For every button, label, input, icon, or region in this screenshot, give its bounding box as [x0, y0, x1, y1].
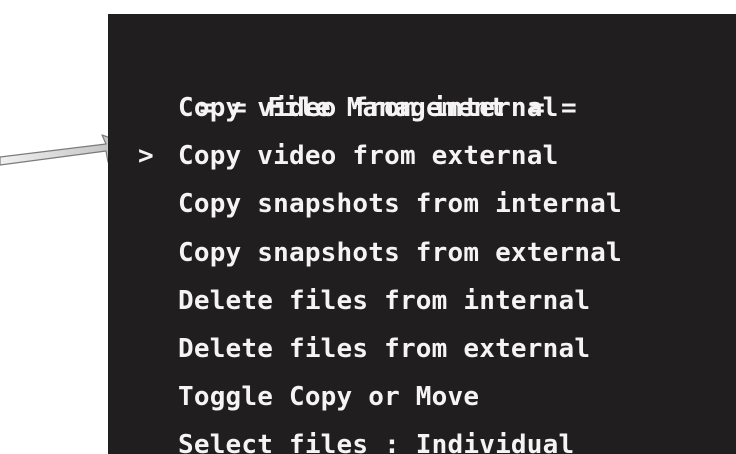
menu-item[interactable]: Select files : Individual	[178, 421, 736, 454]
menu-item[interactable]: Copy video from internal	[178, 84, 736, 132]
file-management-screen: = = File Management = = Copy video from in…	[108, 14, 736, 454]
menu-item[interactable]: Copy snapshots from external	[178, 229, 736, 277]
menu-item-label: Copy snapshots from internal	[178, 189, 622, 220]
menu-item-label: Delete files from external	[178, 334, 591, 364]
menu-title-row: = = File Management = =	[136, 36, 736, 123]
menu-item-label: Delete files from internal	[178, 285, 591, 316]
menu-item[interactable]: Toggle Copy or Move	[178, 373, 736, 421]
selection-cursor: >	[138, 141, 154, 172]
menu-item-label: Toggle Copy or Move	[178, 382, 480, 413]
menu-item-label: Copy video from internal	[178, 93, 559, 123]
menu-item-label: Select files : Individual	[178, 430, 575, 454]
menu-item-label: Copy snapshots from external	[178, 237, 622, 268]
menu-item[interactable]: > Copy video from external	[138, 132, 736, 180]
menu-item[interactable]: Delete files from external	[178, 325, 736, 373]
menu-item[interactable]: Delete files from internal	[178, 277, 736, 325]
menu-item[interactable]: Copy snapshots from internal	[178, 180, 736, 228]
menu-item-label: Copy video from external	[178, 141, 559, 172]
